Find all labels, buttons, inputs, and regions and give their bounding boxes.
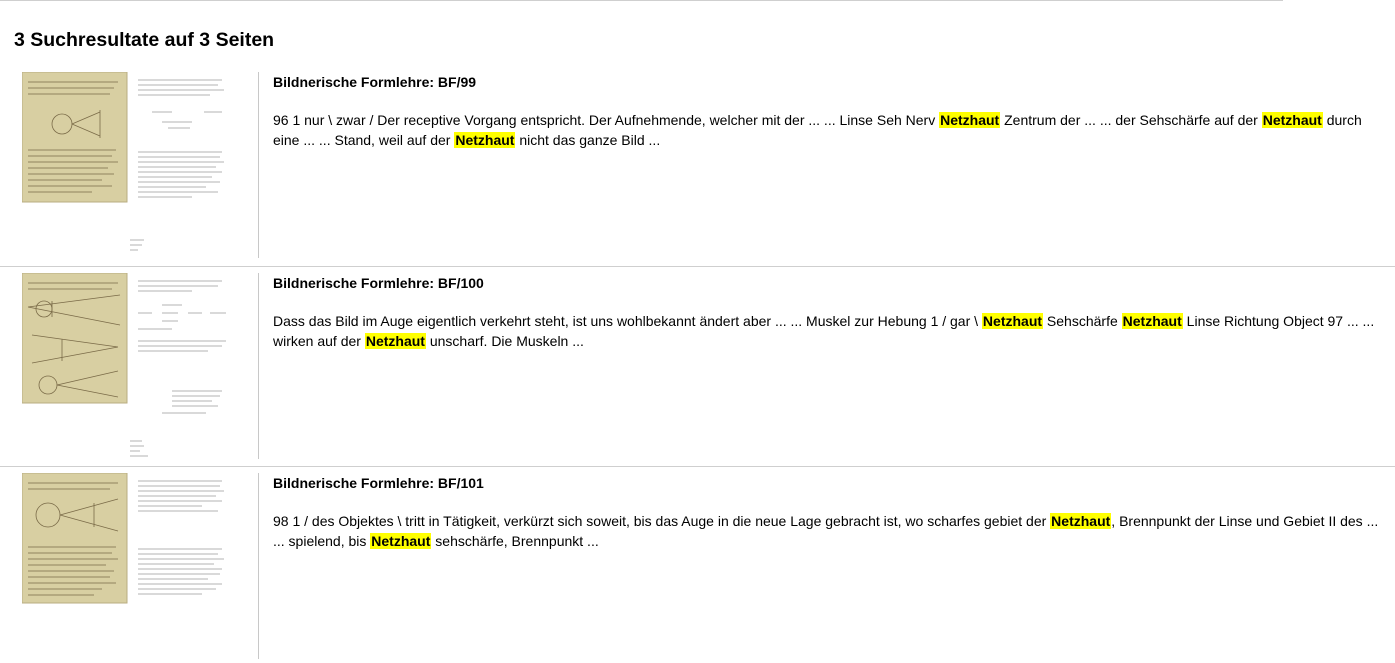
search-term-highlight: Netzhaut (981, 313, 1044, 329)
page-thumbnail[interactable] (22, 273, 252, 458)
snippet-text: nicht das ganze Bild ... (515, 131, 661, 148)
column-divider (258, 473, 259, 659)
snippet-text: 98 1 / des Objektes \ tritt in Tätigkeit… (273, 513, 1051, 529)
result-title-link[interactable]: Bildnerische Formlehre: BF/101 (273, 475, 484, 491)
search-result: Bildnerische Formlehre: BF/101 98 1 / de… (0, 466, 1395, 663)
search-result: Bildnerische Formlehre: BF/100 Dass das … (0, 266, 1395, 463)
search-term-highlight: Netzhaut (1121, 313, 1183, 329)
result-snippet: Dass das Bild im Auge eigentlich verkehr… (273, 312, 1383, 351)
search-result: Bildnerische Formlehre: BF/99 96 1 nur \… (0, 66, 1395, 262)
snippet-text: sehschärfe, Brennpunkt ... (431, 532, 599, 549)
result-snippet: 96 1 nur \ zwar / Der receptive Vorgang … (273, 111, 1383, 150)
top-divider (0, 0, 1283, 1)
search-term-highlight: Netzhaut (939, 112, 1001, 128)
result-snippet: 98 1 / des Objektes \ tritt in Tätigkeit… (273, 512, 1383, 551)
search-term-highlight: Netzhaut (454, 131, 516, 148)
page-thumbnail[interactable] (22, 473, 252, 658)
search-term-highlight: Netzhaut (1261, 112, 1323, 128)
search-term-highlight: Netzhaut (1050, 513, 1112, 529)
snippet-text: 96 1 nur \ zwar / Der receptive Vorgang … (273, 112, 940, 128)
results-count-heading: 3 Suchresultate auf 3 Seiten (14, 29, 275, 51)
column-divider (258, 72, 259, 258)
snippet-text: Dass das Bild im Auge eigentlich verkehr… (273, 313, 982, 329)
result-title-link[interactable]: Bildnerische Formlehre: BF/99 (273, 74, 476, 90)
snippet-text: Sehschärfe (1043, 313, 1122, 329)
search-term-highlight: Netzhaut (364, 332, 426, 349)
result-title-link[interactable]: Bildnerische Formlehre: BF/100 (273, 275, 484, 291)
search-term-highlight: Netzhaut (370, 532, 432, 549)
snippet-text: unscharf. Die Muskeln ... (425, 332, 584, 349)
column-divider (258, 273, 259, 459)
page-thumbnail[interactable] (22, 72, 252, 257)
snippet-text: Zentrum der ... ... der Sehschärfe auf d… (1000, 112, 1262, 128)
